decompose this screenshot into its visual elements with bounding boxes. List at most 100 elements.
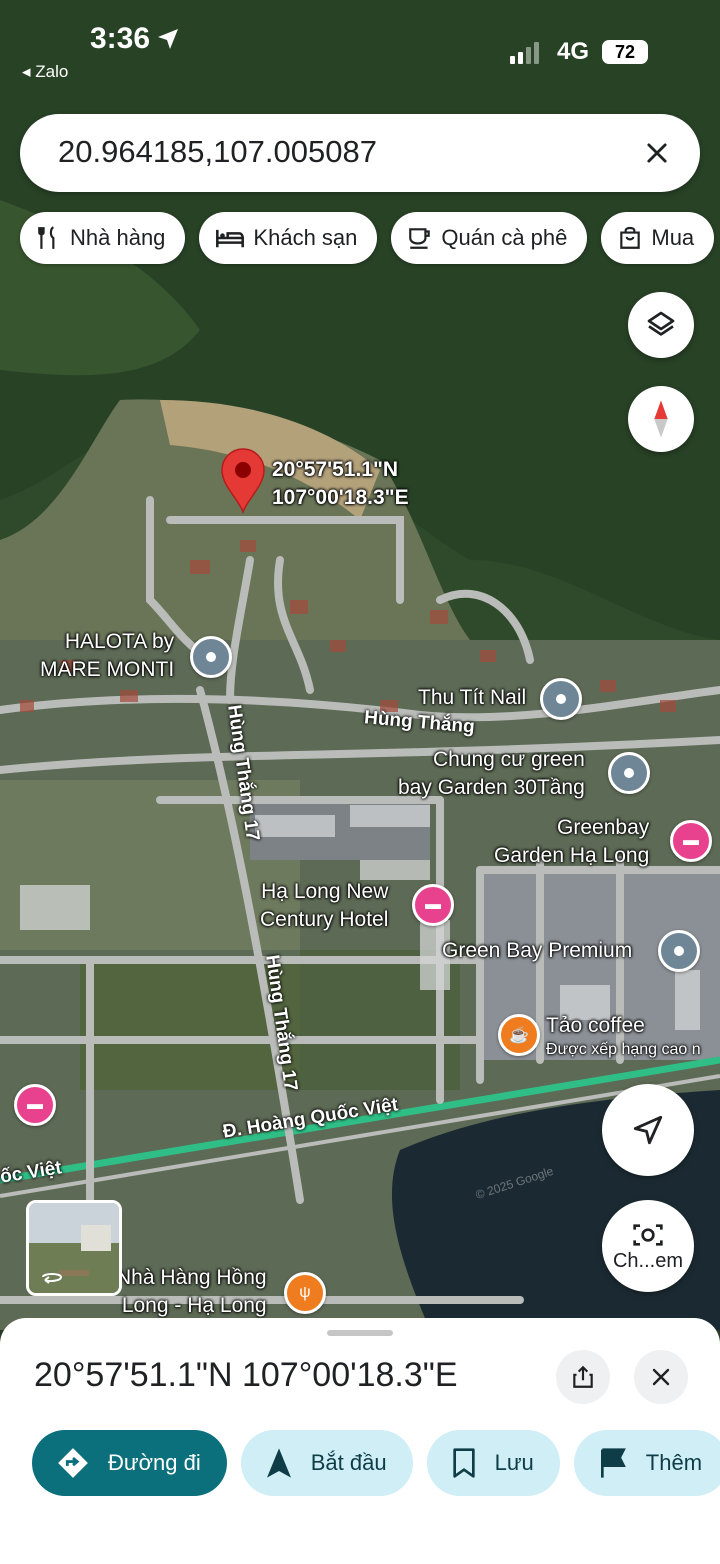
bed-icon: [216, 229, 245, 248]
close-sheet-button[interactable]: [634, 1350, 688, 1404]
action-label: Bắt đầu: [310, 1450, 387, 1475]
battery-icon: 72: [602, 40, 648, 64]
battery-level: 72: [614, 41, 636, 62]
clear-search-button[interactable]: [632, 128, 682, 178]
fork-knife-icon: ψ: [299, 1284, 311, 1301]
share-button[interactable]: [556, 1350, 610, 1404]
shopping-bag-icon: [620, 226, 641, 249]
lens-label: Ch...em: [612, 1249, 684, 1272]
place-pin-nha-hang-hong-long[interactable]: ψ: [284, 1272, 326, 1314]
cellular-signal-icon: [510, 40, 539, 64]
location-dot-icon: [624, 768, 634, 778]
add-button[interactable]: Thêm: [573, 1430, 720, 1496]
navigation-arrow-icon: [266, 1448, 291, 1478]
save-button[interactable]: Lưu: [426, 1430, 560, 1496]
place-name-line: Long - Hạ Long: [121, 1294, 267, 1317]
place-rating-line: Được xếp hạng cao n: [546, 1041, 701, 1058]
close-icon: [647, 143, 667, 163]
back-to-app[interactable]: ◂ Zalo: [22, 62, 68, 82]
place-pin-halota[interactable]: [190, 636, 232, 678]
place-pin-thu-tit-nail[interactable]: [540, 678, 582, 720]
action-label: Lưu: [494, 1450, 534, 1475]
chip-label: Nhà hàng: [70, 225, 166, 250]
compass-button[interactable]: [628, 386, 694, 452]
place-name-line: Chung cư green: [432, 748, 585, 771]
back-app-label: Zalo: [35, 62, 69, 81]
search-bar[interactable]: 20.964185,107.005087: [20, 114, 700, 192]
time-text: 3:36: [90, 22, 151, 55]
place-name-line: MARE MONTI: [40, 658, 175, 681]
place-pin-chung-cu[interactable]: [608, 752, 650, 794]
place-label-green-bay-premium[interactable]: Green Bay Premium: [442, 937, 632, 965]
location-dot-icon: [206, 652, 216, 662]
place-name-line: Century Hotel: [260, 908, 389, 931]
place-pin-greenbay-garden[interactable]: ▬: [670, 820, 712, 862]
place-pin-hotel-left[interactable]: ▬: [14, 1084, 56, 1126]
bed-icon: ▬: [425, 896, 441, 913]
fork-knife-icon: [38, 226, 55, 249]
chip-label: Mua: [651, 225, 695, 250]
chip-label: Khách sạn: [253, 225, 358, 250]
lens-button[interactable]: Ch...em: [602, 1200, 694, 1292]
location-dot-icon: [556, 694, 566, 704]
rotate-360-icon: [42, 1273, 63, 1284]
status-bar: 3:36 ◂ Zalo 4G 72: [0, 0, 720, 90]
directions-icon: [58, 1448, 88, 1478]
place-name-line: Hạ Long New: [261, 880, 389, 903]
place-label-chung-cu[interactable]: Chung cư green bay Garden 30Tầng: [398, 746, 585, 802]
pin-lng-label: 107°00'18.3"E: [272, 486, 409, 509]
network-type: 4G: [557, 38, 590, 65]
camera-lens-icon: [633, 1223, 663, 1246]
chip-shopping[interactable]: Mua: [601, 212, 715, 264]
location-dot-icon: [674, 946, 684, 956]
layers-icon: [647, 311, 675, 336]
place-label-ha-long-new-century[interactable]: Hạ Long New Century Hotel: [260, 878, 388, 934]
layers-button[interactable]: [628, 292, 694, 358]
chip-label: Quán cà phê: [441, 225, 568, 250]
place-label-greenbay-garden[interactable]: Greenbay Garden Hạ Long: [494, 814, 649, 870]
bookmark-icon: [452, 1448, 475, 1478]
action-label: Thêm: [645, 1450, 703, 1475]
place-name-line: Tảo coffee: [546, 1014, 645, 1037]
action-buttons: Đường đi Bắt đầu Lưu Thêm: [32, 1430, 720, 1496]
sheet-drag-handle[interactable]: [327, 1330, 393, 1336]
navigation-arrow-icon: [633, 1115, 663, 1145]
category-chips: Nhà hàng Khách sạn Quán cà phê Mua: [20, 212, 715, 264]
coffee-cup-icon: [409, 228, 431, 249]
place-name-line: bay Garden 30Tầng: [398, 776, 585, 799]
chip-hotels[interactable]: Khách sạn: [199, 212, 378, 264]
place-pin-ha-long-new-century[interactable]: ▬: [412, 884, 454, 926]
place-label-halota[interactable]: HALOTA by MARE MONTI: [40, 628, 174, 684]
place-pin-green-bay-premium[interactable]: [658, 930, 700, 972]
place-bottom-sheet[interactable]: 20°57'51.1"N 107°00'18.3"E Đường đi Bắt …: [0, 1318, 720, 1564]
share-icon: [573, 1365, 593, 1388]
sheet-title: 20°57'51.1"N 107°00'18.3"E: [34, 1356, 458, 1394]
place-label-tao-coffee[interactable]: Tảo coffee Được xếp hạng cao n: [546, 1012, 701, 1060]
location-arrow-icon: [158, 29, 179, 49]
directions-button[interactable]: Đường đi: [32, 1430, 227, 1496]
pin-lat-label: 20°57'51.1"N: [272, 458, 399, 481]
chip-restaurants[interactable]: Nhà hàng: [20, 212, 186, 264]
place-label-thu-tit-nail[interactable]: Thu Tít Nail: [418, 684, 526, 712]
place-label-nha-hang-hong-long[interactable]: Nhà Hàng Hồng Long - Hạ Long: [116, 1264, 267, 1320]
bed-icon: ▬: [27, 1096, 43, 1113]
search-query[interactable]: 20.964185,107.005087: [58, 134, 377, 170]
flag-icon: [600, 1448, 626, 1478]
bed-icon: ▬: [683, 832, 699, 849]
chip-coffee[interactable]: Quán cà phê: [391, 212, 588, 264]
place-name-line: HALOTA by: [64, 630, 175, 653]
dropped-pin-label: 20°57'51.1"N 107°00'18.3"E: [272, 456, 409, 512]
close-icon: [652, 1368, 670, 1386]
compass-icon: [654, 400, 668, 438]
place-name-line: Greenbay: [557, 816, 650, 839]
place-name-line: Nhà Hàng Hồng: [116, 1266, 267, 1289]
place-name-line: Garden Hạ Long: [494, 844, 650, 867]
dropped-pin-icon[interactable]: [220, 448, 266, 514]
coffee-cup-icon: ☕: [509, 1027, 529, 1044]
place-pin-tao-coffee[interactable]: ☕: [498, 1014, 540, 1056]
action-label: Đường đi: [108, 1450, 201, 1475]
start-button[interactable]: Bắt đầu: [240, 1430, 413, 1496]
my-location-button[interactable]: [602, 1084, 694, 1176]
street-view-thumbnail[interactable]: [26, 1200, 122, 1296]
clock: 3:36: [90, 22, 180, 56]
